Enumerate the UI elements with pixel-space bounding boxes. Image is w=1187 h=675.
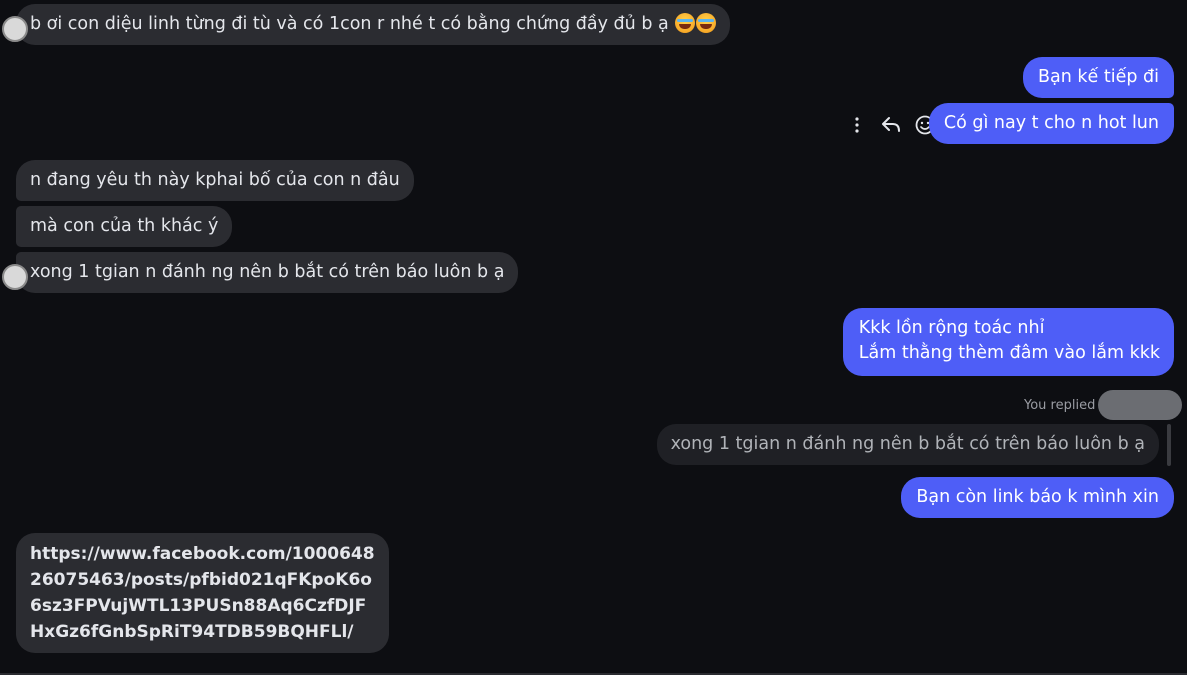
avatar[interactable] — [2, 264, 28, 290]
message-text: Bạn còn link báo k mình xin — [916, 487, 1159, 507]
message-bubble-outgoing[interactable]: Bạn còn link báo k mình xin — [901, 477, 1174, 518]
message-text-line: Kkk lồn rộng toác nhỉ — [858, 318, 1045, 338]
reply-arrow-icon[interactable] — [880, 112, 902, 138]
avatar[interactable] — [2, 16, 28, 42]
message-bubble-incoming[interactable]: n đang yêu th này kphai bố của con n đâu — [16, 160, 414, 201]
message-bubble-incoming[interactable]: xong 1 tgian n đánh ng nên b bắt có trên… — [2, 252, 519, 293]
laughing-emoji-icon — [675, 13, 696, 33]
message-text: mà con của th khác ý — [30, 216, 219, 236]
message-text: xong 1 tgian n đánh ng nên b bắt có trên… — [30, 262, 505, 282]
message-text: n đang yêu th này kphai bố của con n đâu — [30, 170, 400, 190]
link-message-bubble[interactable]: https://www.facebook.com/100064826075463… — [16, 533, 389, 653]
message-bubble-incoming[interactable]: b ơi con diệu linh từng đi tù và có 1con… — [2, 4, 731, 45]
more-vertical-icon[interactable] — [846, 112, 868, 138]
message-text-line: Lắm thằng thèm đâm vào lắm kkk — [858, 343, 1160, 363]
message-bubble-outgoing[interactable]: Kkk lồn rộng toác nhỉ Lắm thằng thèm đâm… — [842, 308, 1174, 376]
quoted-message[interactable]: xong 1 tgian n đánh ng nên b bắt có trên… — [656, 424, 1159, 465]
message-bubble-outgoing[interactable]: Bạn kế tiếp đi — [1023, 57, 1174, 98]
chat-thread: b ơi con diệu linh từng đi tù và có 1con… — [0, 0, 1187, 675]
message-actions — [846, 112, 936, 138]
message-link[interactable]: https://www.facebook.com/100064826075463… — [30, 544, 375, 642]
redacted-name — [1098, 390, 1182, 420]
message-text: Có gì nay t cho n hot lun — [943, 113, 1159, 133]
message-bubble-outgoing[interactable]: Có gì nay t cho n hot lun — [928, 103, 1174, 144]
message-text: Bạn kế tiếp đi — [1038, 67, 1159, 87]
message-text: b ơi con diệu linh từng đi tù và có 1con… — [30, 14, 669, 34]
quote-indicator-bar — [1167, 424, 1171, 466]
message-bubble-incoming[interactable]: mà con của th khác ý — [16, 206, 233, 247]
reply-context-label: You replied — [1024, 398, 1096, 413]
laughing-emoji-icon — [696, 13, 717, 33]
